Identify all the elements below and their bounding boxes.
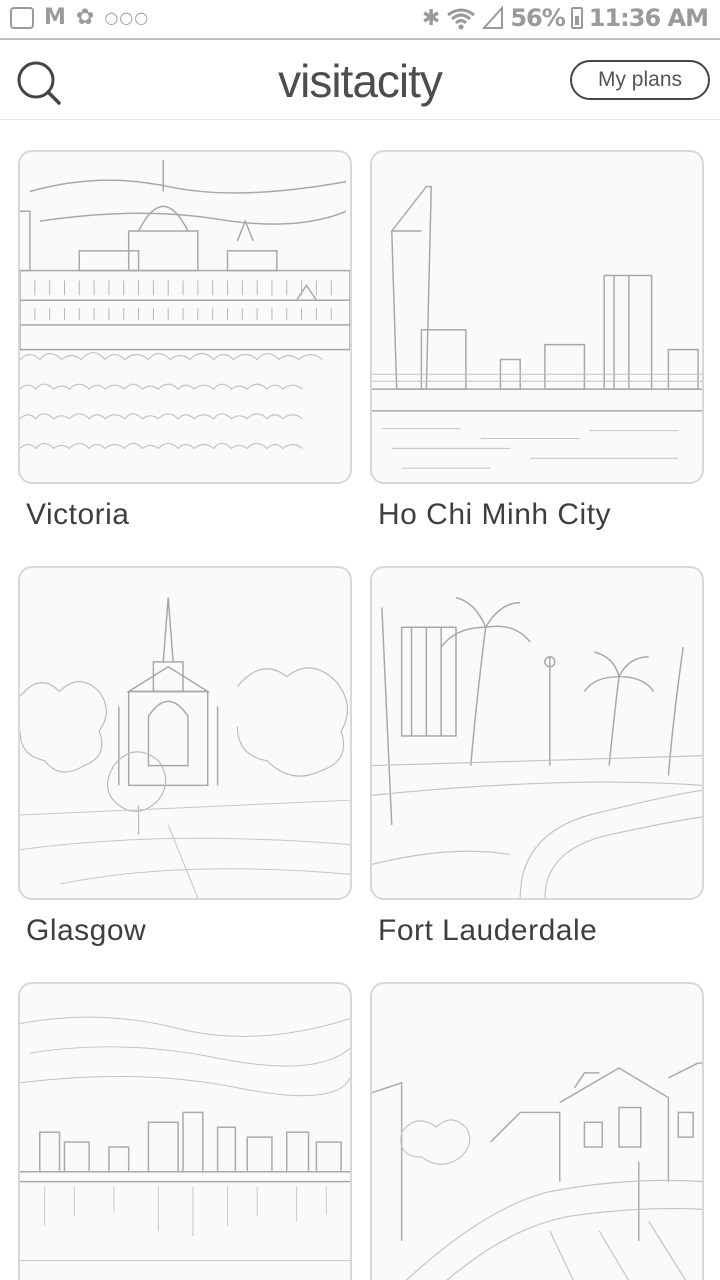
app-header: visitacity My plans [0, 40, 720, 120]
city-card-5[interactable] [18, 982, 354, 1280]
city-card-glasgow[interactable]: Glasgow [18, 566, 354, 948]
more-dots-icon: ○○○ [104, 8, 150, 27]
parliament-building-image [20, 159, 350, 450]
city-image[interactable] [370, 150, 704, 484]
cathedral-image [20, 597, 350, 898]
city-card-victoria[interactable]: Victoria [18, 150, 354, 532]
status-bar: M ✿ ○○○ ✱ 56% 11:36 AM [0, 0, 720, 40]
status-right: ✱ 56% 11:36 AM [421, 4, 709, 32]
status-left: M ✿ ○○○ [10, 6, 149, 30]
city-name: Victoria [26, 498, 130, 531]
canal-houses-image [372, 1062, 702, 1280]
battery-icon [570, 7, 583, 29]
city-image[interactable] [370, 982, 704, 1280]
city-name: Ho Chi Minh City [378, 498, 612, 531]
my-plans-button[interactable]: My plans [570, 60, 710, 100]
battery-percent: 56% [510, 4, 565, 32]
bluetooth-icon: ✱ [421, 5, 441, 31]
city-image[interactable] [18, 982, 352, 1280]
image-icon [10, 7, 34, 29]
wifi-icon [447, 8, 476, 30]
city-skyline-river-image [372, 185, 702, 469]
flower-icon: ✿ [75, 5, 95, 30]
city-image[interactable] [370, 566, 704, 900]
gmail-icon: M [44, 5, 66, 30]
palm-promenade-image [372, 596, 702, 898]
city-card-fort-lauderdale[interactable]: Fort Lauderdale [370, 566, 706, 948]
city-grid: Victoria Ho Chi Minh City Glasgow Fort L… [0, 120, 720, 1280]
city-name: Glasgow [26, 914, 147, 947]
signal-icon [482, 6, 504, 29]
city-name: Fort Lauderdale [378, 914, 598, 947]
city-image[interactable] [18, 150, 352, 484]
city-image[interactable] [18, 566, 352, 900]
city-card-6[interactable] [370, 982, 706, 1280]
city-card-ho-chi-minh-city[interactable]: Ho Chi Minh City [370, 150, 706, 532]
lake-skyline-image [20, 1016, 350, 1262]
clock: 11:36 AM [588, 4, 709, 32]
